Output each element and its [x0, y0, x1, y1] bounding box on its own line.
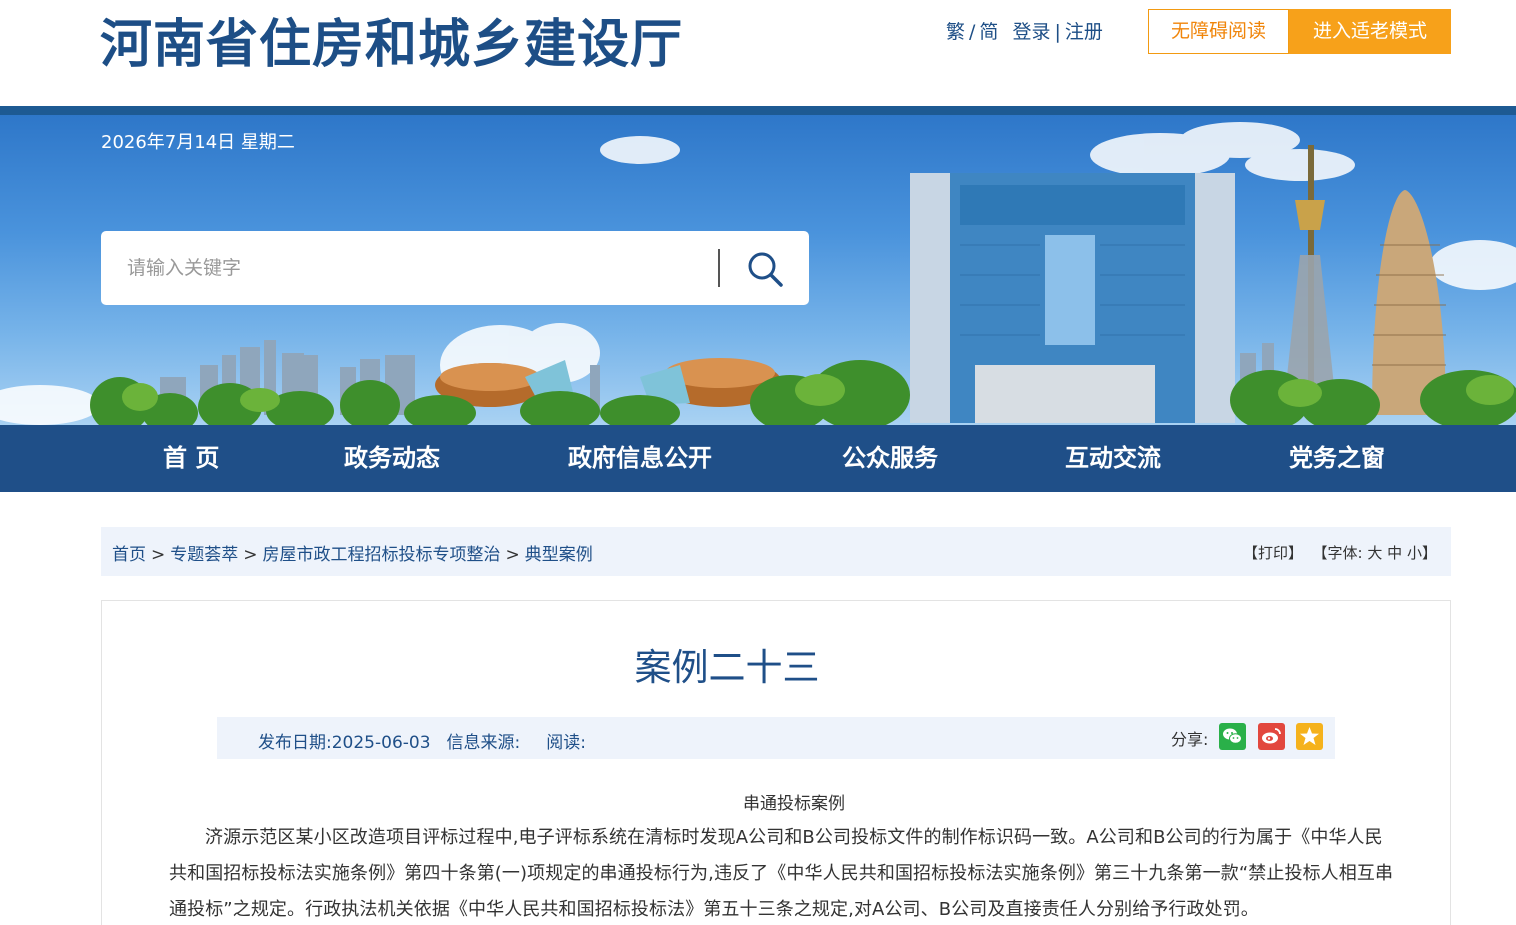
breadcrumb-separator: >: [243, 545, 258, 565]
login-link[interactable]: 登录: [1012, 21, 1050, 43]
main-nav: 首 页 政务动态 政府信息公开 公众服务 互动交流 党务之窗: [0, 425, 1516, 492]
favorite-icon: [1296, 723, 1323, 750]
nav-item-interaction[interactable]: 互动交流: [1065, 425, 1161, 492]
register-link[interactable]: 注册: [1065, 21, 1103, 43]
breadcrumb-bidding-rectification[interactable]: 房屋市政工程招标投标专项整治: [263, 545, 501, 565]
article-meta: 发布日期:2025-06-03 信息来源: 阅读:: [258, 728, 586, 753]
page-tools: 【打印】 【字体: 大 中 小】: [1243, 542, 1437, 563]
nav-item-home[interactable]: 首 页: [163, 425, 219, 492]
read-count-label: 阅读:: [546, 733, 586, 753]
font-size-label-end: 】: [1421, 544, 1437, 562]
breadcrumb: 首页 > 专题荟萃 > 房屋市政工程招标投标专项整治 > 典型案例: [112, 540, 593, 565]
article-body: 济源示范区某小区改造项目评标过程中,电子评标系统在清标时发现A公司和B公司投标文…: [169, 827, 1394, 920]
banner: 2026年7月14日 星期二: [0, 115, 1516, 425]
font-medium-button[interactable]: 中: [1387, 544, 1402, 562]
breadcrumb-typical-cases[interactable]: 典型案例: [525, 545, 593, 565]
simplified-chinese-link[interactable]: 简: [979, 21, 998, 43]
search-box: [101, 231, 809, 305]
print-button[interactable]: 【打印】: [1243, 544, 1303, 562]
share-label: 分享:: [1171, 730, 1209, 749]
breadcrumb-separator: >: [505, 545, 520, 565]
nav-item-government-news[interactable]: 政务动态: [344, 425, 440, 492]
article-meta-bar: 发布日期:2025-06-03 信息来源: 阅读: 分享:: [217, 717, 1335, 759]
accessible-reading-button[interactable]: 无障碍阅读: [1148, 9, 1289, 54]
traditional-chinese-link[interactable]: 繁: [946, 21, 965, 43]
site-title[interactable]: 河南省住房和城乡建设厅: [100, 2, 683, 77]
font-small-button[interactable]: 小: [1407, 544, 1422, 562]
search-button[interactable]: [743, 249, 787, 289]
nav-item-public-service[interactable]: 公众服务: [842, 425, 938, 492]
weibo-share-button[interactable]: [1258, 723, 1285, 750]
elder-mode-button[interactable]: 进入适老模式: [1289, 9, 1451, 54]
search-input[interactable]: [127, 249, 707, 287]
auth-separator: |: [1054, 21, 1061, 43]
wechat-icon: [1219, 723, 1246, 750]
banner-top-line: [0, 106, 1516, 115]
breadcrumb-topics[interactable]: 专题荟萃: [170, 545, 238, 565]
lang-separator: /: [969, 21, 976, 43]
favorite-share-button[interactable]: [1296, 723, 1323, 750]
publish-date-label: 发布日期:: [258, 733, 332, 753]
search-divider: [718, 249, 720, 287]
header-links: 繁 / 简登录 | 注册: [946, 17, 1103, 44]
breadcrumb-separator: >: [151, 545, 166, 565]
nav-item-information-disclosure[interactable]: 政府信息公开: [568, 425, 712, 492]
site-header: 河南省住房和城乡建设厅 繁 / 简登录 | 注册 无障碍阅读 进入适老模式: [0, 0, 1516, 106]
nav-item-party-affairs[interactable]: 党务之窗: [1289, 425, 1385, 492]
source-label: 信息来源:: [446, 733, 521, 753]
article-container: 案例二十三 发布日期:2025-06-03 信息来源: 阅读: 分享: 串通投标…: [101, 600, 1451, 925]
weibo-icon: [1258, 723, 1285, 750]
font-large-button[interactable]: 大: [1367, 544, 1382, 562]
publish-date: 2025-06-03: [331, 733, 431, 753]
breadcrumb-home[interactable]: 首页: [112, 545, 146, 565]
article-title: 案例二十三: [634, 646, 820, 689]
breadcrumb-bar: 首页 > 专题荟萃 > 房屋市政工程招标投标专项整治 > 典型案例 【打印】 【字体: 大 …: [101, 527, 1451, 576]
wechat-share-button[interactable]: [1219, 723, 1246, 750]
current-date: 2026年7月14日 星期二: [101, 132, 295, 153]
case-heading: 串通投标案例: [743, 794, 845, 814]
font-size-label: 【字体:: [1312, 544, 1363, 562]
